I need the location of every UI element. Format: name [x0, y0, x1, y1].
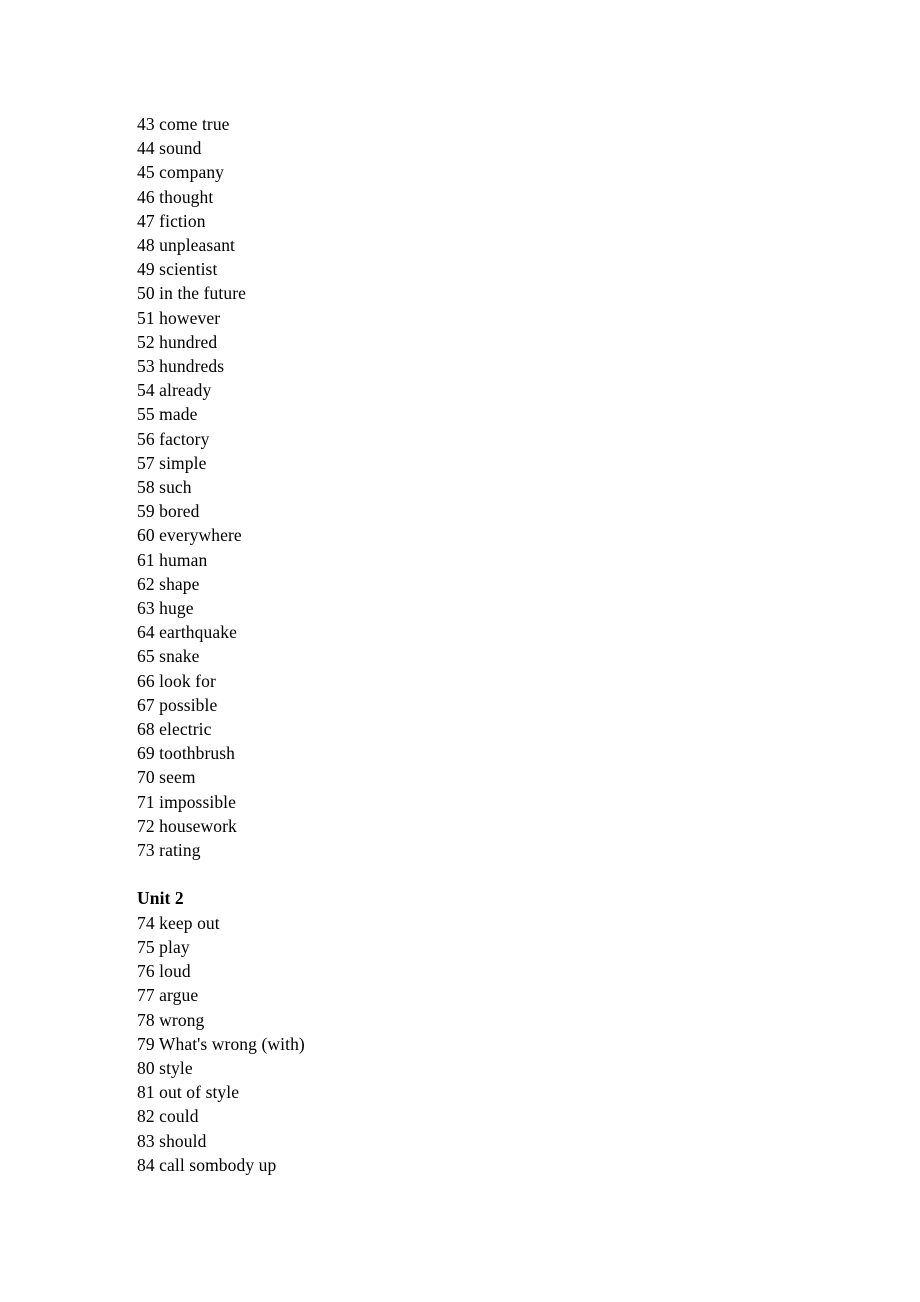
word-list-item: 62 shape — [137, 573, 200, 594]
word-list-item: 70 seem — [137, 767, 196, 788]
document-page: 43 come true 44 sound 45 company 46 thought… — [0, 0, 920, 1302]
word-list-item: 77 argue — [137, 985, 199, 1006]
word-list-item: 72 housework — [137, 815, 237, 836]
word-list-item: 47 fiction — [137, 210, 206, 231]
word-list-item: 83 should — [137, 1130, 207, 1151]
word-list-item: 66 look for — [137, 670, 216, 691]
word-list-item: 48 unpleasant — [137, 235, 236, 256]
word-list-item: 78 wrong — [137, 1009, 205, 1030]
unit-2-heading: Unit 2 — [137, 888, 184, 909]
word-list-continued: 43 come true 44 sound 45 company 46 thought… — [137, 112, 777, 862]
word-list-item: 76 loud — [137, 961, 191, 982]
word-list-item: 46 thought — [137, 186, 214, 207]
vocabulary-list: 43 come true 44 sound 45 company 46 thought… — [137, 112, 777, 1177]
word-list-item: 73 rating — [137, 840, 201, 861]
word-list-item: 63 huge — [137, 598, 194, 619]
word-list-item: 75 play — [137, 936, 190, 957]
word-list-item: 69 toothbrush — [137, 743, 236, 764]
word-list-item: 43 come true — [137, 114, 230, 134]
word-list-item: 67 possible — [137, 694, 218, 715]
vocabulary-section-continued: 43 come true 44 sound 45 company 46 thought… — [137, 112, 777, 862]
word-list-item: 57 simple — [137, 452, 207, 473]
word-list-item: 71 impossible — [137, 791, 237, 812]
word-list-item: 64 earthquake — [137, 622, 237, 643]
word-list-item: 49 scientist — [137, 259, 218, 280]
word-list-item: 52 hundred — [137, 331, 218, 352]
word-list-item: 68 electric — [137, 719, 212, 740]
word-list-item: 58 such — [137, 477, 192, 498]
word-list-item: 60 everywhere — [137, 525, 242, 546]
word-list-item: 65 snake — [137, 646, 200, 667]
word-list-item: 54 already — [137, 380, 212, 401]
word-list-item: 84 call sombody up — [137, 1154, 277, 1175]
word-list-item: 79 What's wrong (with) — [137, 1033, 305, 1054]
word-list-item: 56 factory — [137, 428, 210, 449]
word-list-item: 50 in the future — [137, 283, 247, 304]
word-list-item: 81 out of style — [137, 1082, 240, 1103]
word-list-item: 74 keep out — [137, 912, 220, 933]
word-list-item: 61 human — [137, 549, 208, 570]
word-list-item: 59 bored — [137, 501, 200, 522]
word-list-item: 44 sound — [137, 138, 202, 159]
word-list-unit-2: 74 keep out 75 play 76 loud 77 argue 78 wron… — [137, 911, 777, 1177]
vocabulary-section-unit-2: Unit 2 74 keep out 75 play 76 loud 77 argue… — [137, 886, 777, 1176]
word-list-item: 51 however — [137, 307, 221, 328]
word-list-item: 53 hundreds — [137, 356, 225, 377]
word-list-item: 55 made — [137, 404, 198, 425]
word-list-item: 82 could — [137, 1106, 199, 1127]
word-list-item: 80 style — [137, 1057, 193, 1078]
word-list-item: 45 company — [137, 162, 225, 183]
